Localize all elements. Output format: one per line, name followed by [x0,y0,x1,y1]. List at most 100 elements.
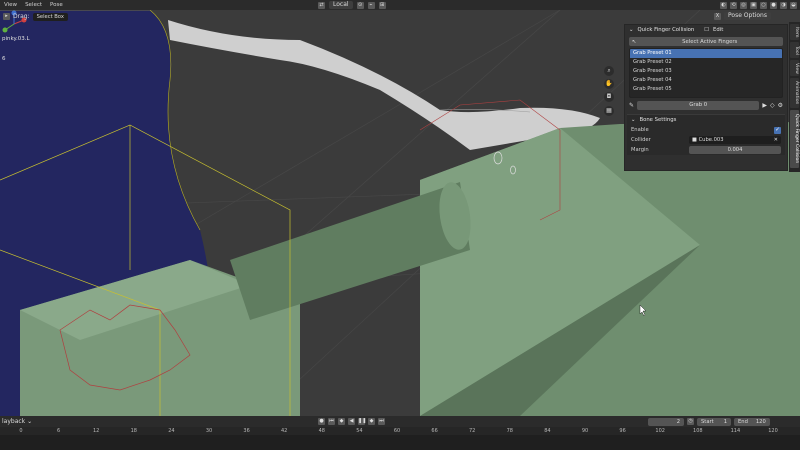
sidebar-tabs: Item Tool View Animation Quick Finger Co… [789,22,800,172]
shading-render-icon[interactable]: ◒ [790,1,797,9]
ruler-tick-label: 42 [281,428,288,434]
tab-animation[interactable]: Animation [790,78,799,108]
chevron-down-icon: ⌄ [629,27,634,33]
cursor-icon: ↖ [632,38,637,45]
grab-value-field[interactable]: Grab 0 [637,101,760,110]
clear-icon[interactable]: ✕ [774,136,781,144]
mirror-x-icon[interactable]: X [714,12,721,20]
ruler-tick-label: 120 [768,428,778,434]
playback-controls: ● ⏮ ◆ ◀ ❚❚ ◆ ⏭ [318,417,385,426]
collider-value: Cube.003 [698,137,724,143]
keyframe-icon[interactable]: ◇ [770,102,775,109]
select-active-fingers-button[interactable]: ↖ Select Active Fingers [629,37,783,46]
tool-settings-bar: ▸ Drag: Select Box [0,11,68,22]
quick-finger-collision-panel: ⌄ Quick Finger Collision ☐ Edit ↖ Select… [624,24,788,171]
menu-view[interactable]: View [0,2,21,8]
list-item[interactable]: Grab Preset 04 [630,76,782,85]
zoom-icon[interactable]: ⌕ [604,66,614,76]
ruler-tick-label: 66 [431,428,438,434]
menu-pose[interactable]: Pose [46,2,67,8]
collider-row: Collider ■ Cube.003 ✕ [627,135,785,145]
shading-wire-icon[interactable]: ○ [760,1,767,9]
ruler-tick-label: 18 [130,428,137,434]
preset-list[interactable]: Grab Preset 01 Grab Preset 02 Grab Prese… [629,48,783,98]
enable-checkbox[interactable]: ✓ [774,126,781,134]
bone-settings-panel: ⌄ Bone Settings Enable ✓ Collider ■ Cube… [627,114,785,155]
shading-solid-icon[interactable]: ● [770,1,777,9]
timeline-ruler[interactable]: 0 6 12 18 24 30 36 42 48 54 60 66 72 78 84 90 96 102 108 11… [0,427,800,450]
playback-menu[interactable]: layback [0,418,25,425]
perspective-grid-icon[interactable]: ▦ [604,106,614,116]
overlay-icon[interactable]: ◎ [740,1,747,9]
pivot-icon[interactable]: ⊙ [356,1,364,9]
play-icon[interactable]: ▶ [762,102,767,109]
ruler-tick-label: 84 [544,428,551,434]
current-frame-field[interactable]: 2 [648,417,684,426]
orientation-dropdown[interactable]: Local [329,1,353,9]
jump-start-icon[interactable]: ⏮ [328,418,335,425]
collider-label: Collider [631,137,651,143]
next-key-icon[interactable]: ◆ [368,418,375,425]
ruler-tick-label: 60 [393,428,401,434]
menu-select[interactable]: Select [21,2,46,8]
margin-field[interactable]: 0.004 [689,146,781,154]
pause-icon[interactable]: ❚❚ [358,418,366,425]
edit-checkbox-icon[interactable]: ☐ [704,27,709,33]
clock-icon[interactable]: ◷ [687,418,694,425]
panel-header[interactable]: ⌄ Quick Finger Collision ☐ Edit [625,25,787,35]
ruler-tick-label: 114 [730,428,741,434]
chevron-down-icon: ⌄ [631,117,636,123]
margin-row: Margin 0.004 [627,145,785,155]
end-label: End [738,418,748,425]
select-tool-icon[interactable]: ▸ [3,13,10,20]
jump-end-icon[interactable]: ⏭ [378,418,385,425]
header-options: X Pose Options [714,11,771,21]
start-value: 1 [723,418,727,425]
end-value: 120 [755,418,766,425]
settings-icon[interactable]: ⚙ [778,102,783,109]
ruler-tick-label: 48 [318,428,325,434]
collider-field[interactable]: ■ Cube.003 ✕ [689,136,781,144]
tab-quick-finger-collision[interactable]: Quick Finger Collision [790,110,799,168]
snap-icon[interactable]: ⌁ [367,1,375,9]
ruler-tick-label: 78 [506,428,513,434]
start-frame-field[interactable]: Start 1 [697,417,731,426]
list-item[interactable]: Grab Preset 03 [630,67,782,76]
camera-icon[interactable]: ◘ [604,92,614,102]
frame-indicator: 6 [2,56,6,62]
frame-range: 2 ◷ Start 1 End 120 [648,417,770,426]
play-reverse-icon[interactable]: ◀ [348,418,355,425]
ruler-tick-label: 108 [693,428,703,434]
bone-settings-title: Bone Settings [639,117,677,123]
panel-title: Quick Finger Collision [637,27,695,33]
chevron-down-icon: ⌄ [27,418,33,425]
tab-view[interactable]: View [790,60,799,76]
prev-key-icon[interactable]: ◆ [338,418,345,425]
enable-row: Enable ✓ [627,125,785,135]
grab-row: ✎ Grab 0 ▶ ◇ ⚙ [629,101,783,110]
xray-icon[interactable]: ▣ [750,1,757,9]
tab-item[interactable]: Item [790,24,799,40]
drag-label: Drag: [13,13,30,20]
shading-material-icon[interactable]: ◑ [780,1,787,9]
list-item[interactable]: Grab Preset 05 [630,85,782,94]
select-mode-dropdown[interactable]: Select Box [32,12,68,21]
bone-settings-header[interactable]: ⌄ Bone Settings [627,115,785,125]
end-frame-field[interactable]: End 120 [734,417,770,426]
tab-tool[interactable]: Tool [790,42,799,58]
ruler-tick-label: 24 [168,428,175,434]
margin-label: Margin [631,147,649,153]
transform-orientation-icon[interactable]: ⇄ [318,1,325,9]
pan-hand-icon[interactable]: ✋ [604,79,614,89]
list-item[interactable]: Grab Preset 01 [630,49,782,58]
snap-target-icon[interactable]: ⊞ [378,1,386,9]
list-item[interactable]: Grab Preset 02 [630,58,782,67]
visibility-icon[interactable]: ◐ [720,1,727,9]
gizmo-toggle-icon[interactable]: ⟲ [730,1,737,9]
ruler-tick-label: 90 [581,428,589,434]
pose-options-dropdown[interactable]: Pose Options [724,12,771,20]
record-icon[interactable]: ● [318,418,325,425]
ruler-tick-label: 6 [57,428,61,434]
hand-icon: ✎ [629,102,635,109]
edit-label: Edit [713,27,724,33]
